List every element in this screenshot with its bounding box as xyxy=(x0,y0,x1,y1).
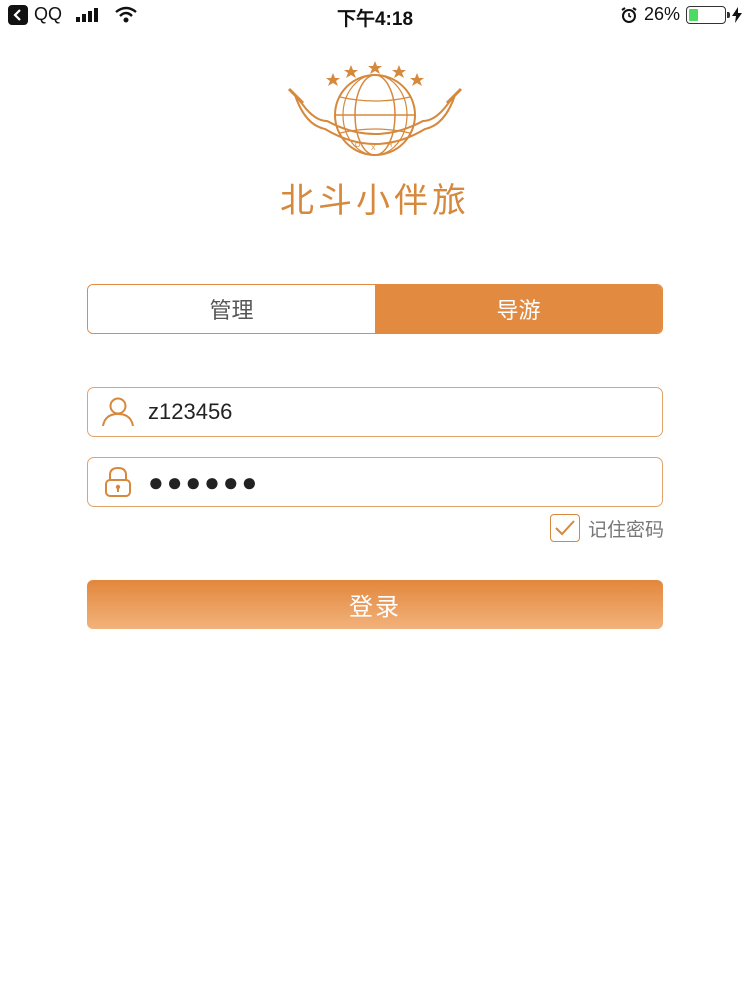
svg-text:H: H xyxy=(387,142,392,149)
alarm-icon xyxy=(620,6,638,24)
username-input[interactable] xyxy=(148,399,628,425)
login-button[interactable]: 登录 xyxy=(87,580,663,629)
remember-label: 记住密码 xyxy=(587,518,664,541)
remember-password[interactable]: 记住密码 xyxy=(549,514,664,542)
username-field xyxy=(87,387,663,437)
app-name: 北斗小伴旅 xyxy=(280,181,470,221)
tab-guide[interactable]: 导游 xyxy=(375,285,662,333)
remember-checkbox[interactable] xyxy=(549,514,580,542)
globe-logo-icon: O X H xyxy=(285,55,465,165)
svg-text:O: O xyxy=(355,142,361,149)
checkmark-icon xyxy=(555,520,575,536)
battery-percent: 26% xyxy=(643,4,680,24)
password-field xyxy=(87,457,663,507)
role-segmented-control: 管理 导游 xyxy=(87,284,663,334)
battery-icon xyxy=(686,5,730,24)
svg-text:X: X xyxy=(371,145,376,152)
status-bar: QQ 下午4:18 26% xyxy=(0,0,750,30)
status-bar-right: 26% xyxy=(620,4,742,25)
password-input[interactable] xyxy=(148,466,628,498)
tab-manager[interactable]: 管理 xyxy=(88,285,375,333)
charging-icon xyxy=(732,6,742,23)
user-icon xyxy=(88,397,148,427)
lock-icon xyxy=(88,466,148,498)
battery-level xyxy=(689,8,698,21)
